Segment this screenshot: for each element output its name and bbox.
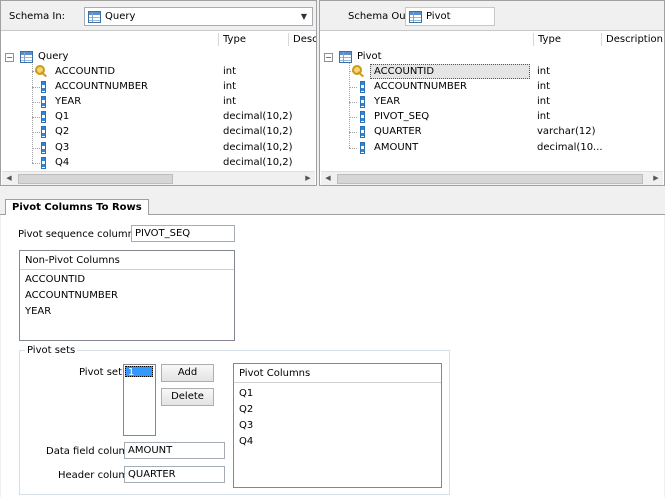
- schema-in-row-name[interactable]: ACCOUNTID: [55, 64, 115, 79]
- schema-out-pane: Schema Out: Pivot Type Description − Piv…: [319, 0, 665, 186]
- list-item[interactable]: ACCOUNTNUMBER: [25, 288, 118, 304]
- schema-out-header: Schema Out: Pivot: [320, 1, 664, 31]
- schema-in-dropdown[interactable]: Query ▼: [84, 7, 313, 26]
- schema-out-description-header[interactable]: Description: [601, 33, 664, 46]
- schema-in-desc-header[interactable]: Desc: [288, 33, 316, 46]
- list-item[interactable]: Q3: [239, 418, 253, 434]
- column-icon: [360, 81, 365, 93]
- schema-out-row-name[interactable]: AMOUNT: [374, 140, 418, 155]
- pivot-set-item[interactable]: 1: [125, 366, 153, 378]
- list-item[interactable]: ACCOUNTID: [25, 272, 85, 288]
- schema-in-row-name[interactable]: Q4: [55, 155, 69, 170]
- delete-button[interactable]: Delete: [161, 388, 214, 406]
- schema-out-selector[interactable]: Pivot: [405, 7, 495, 26]
- pivot-set-list[interactable]: 1: [123, 364, 156, 436]
- list-item[interactable]: Q4: [239, 434, 253, 450]
- column-icon: [360, 126, 365, 138]
- table-icon: [88, 10, 101, 23]
- column-icon: [41, 96, 46, 108]
- schema-in-type-header[interactable]: Type: [218, 33, 288, 46]
- column-icon: [360, 142, 365, 154]
- pivot-columns-list[interactable]: Pivot Columns Q1 Q2 Q3 Q4: [233, 363, 442, 488]
- table-icon: [339, 51, 352, 63]
- key-icon: [352, 65, 366, 77]
- chevron-down-icon[interactable]: ▼: [296, 8, 312, 25]
- column-icon: [360, 111, 365, 123]
- scroll-right-icon[interactable]: ▶: [301, 172, 315, 185]
- schema-out-row-type: int: [537, 96, 551, 107]
- schema-in-row-type: decimal(10,2): [223, 111, 293, 122]
- schema-out-root[interactable]: Pivot: [357, 49, 382, 64]
- column-icon: [41, 126, 46, 138]
- schema-out-row-type: int: [537, 111, 551, 122]
- schema-in-header: Schema In: Query ▼: [1, 1, 316, 31]
- schema-in-label: Schema In:: [9, 11, 66, 22]
- column-icon: [41, 157, 46, 169]
- schema-in-horizontal-scrollbar[interactable]: ◀ ▶: [2, 171, 315, 185]
- non-pivot-columns-list[interactable]: Non-Pivot Columns ACCOUNTID ACCOUNTNUMBE…: [19, 250, 235, 341]
- schema-out-row-name[interactable]: ACCOUNTID: [374, 64, 434, 79]
- schema-out-row-type: varchar(12): [537, 126, 596, 137]
- schema-out-horizontal-scrollbar[interactable]: ◀ ▶: [321, 171, 663, 185]
- schema-out-selected: Pivot: [426, 11, 451, 22]
- schema-out-label: Schema Out:: [348, 11, 413, 22]
- table-icon: [20, 51, 33, 63]
- add-button[interactable]: Add: [161, 364, 214, 382]
- scrollbar-thumb[interactable]: [18, 174, 173, 184]
- schema-in-row-name[interactable]: YEAR: [55, 94, 81, 109]
- collapse-icon[interactable]: −: [5, 53, 14, 62]
- schema-in-row-type: int: [223, 96, 237, 107]
- column-icon: [360, 96, 365, 108]
- list-item[interactable]: Q1: [239, 386, 253, 402]
- pivot-sequence-label: Pivot sequence column:: [18, 229, 138, 240]
- schema-in-row-type: int: [223, 81, 237, 92]
- column-icon: [41, 81, 46, 93]
- schema-out-row-type: int: [537, 66, 551, 77]
- schema-in-columns-header: Type Desc: [1, 32, 316, 47]
- schema-in-row-name[interactable]: Q1: [55, 109, 69, 124]
- schema-in-selected: Query: [105, 11, 136, 22]
- schema-in-row-type: decimal(10,2): [223, 157, 293, 168]
- schema-in-row-type: int: [223, 66, 237, 77]
- data-field-input[interactable]: AMOUNT: [124, 442, 225, 459]
- column-icon: [41, 111, 46, 123]
- scroll-left-icon[interactable]: ◀: [321, 172, 335, 185]
- schema-out-row-type: int: [537, 81, 551, 92]
- header-column-input[interactable]: QUARTER: [124, 466, 225, 483]
- pivot-tab-content: Pivot sequence column: PIVOT_SEQ Non-Piv…: [1, 215, 664, 497]
- pivot-sequence-input[interactable]: PIVOT_SEQ: [131, 225, 235, 242]
- schema-in-row-type: decimal(10,2): [223, 142, 293, 153]
- column-icon: [41, 142, 46, 154]
- schema-in-root[interactable]: Query: [38, 49, 68, 64]
- pivot-set-label: Pivot set:: [79, 367, 126, 378]
- non-pivot-columns-header[interactable]: Non-Pivot Columns: [20, 251, 234, 270]
- scroll-right-icon[interactable]: ▶: [649, 172, 663, 185]
- schema-out-row-name[interactable]: YEAR: [374, 94, 400, 109]
- tab-strip: Pivot Columns To Rows: [0, 193, 665, 216]
- schema-in-row-name[interactable]: ACCOUNTNUMBER: [55, 79, 148, 94]
- pivot-columns-header[interactable]: Pivot Columns: [234, 364, 441, 383]
- key-icon: [35, 65, 49, 77]
- schema-out-row-type: decimal(10...: [537, 142, 603, 153]
- schema-in-row-name[interactable]: Q3: [55, 140, 69, 155]
- schema-in-row-type: decimal(10,2): [223, 126, 293, 137]
- schema-out-columns-header: Type Description: [320, 32, 664, 47]
- tab-pivot-columns-to-rows[interactable]: Pivot Columns To Rows: [5, 199, 149, 216]
- list-item[interactable]: YEAR: [25, 304, 51, 320]
- schema-out-row-name[interactable]: QUARTER: [374, 124, 422, 139]
- schema-in-pane: Schema In: Query ▼ Type Desc − Query ACC…: [0, 0, 317, 186]
- pivot-sets-title: Pivot sets: [25, 345, 78, 357]
- schema-out-type-header[interactable]: Type: [533, 33, 601, 46]
- table-icon: [409, 10, 422, 23]
- scrollbar-thumb[interactable]: [337, 174, 643, 184]
- schema-out-row-name[interactable]: PIVOT_SEQ: [374, 109, 429, 124]
- collapse-icon[interactable]: −: [324, 53, 333, 62]
- list-item[interactable]: Q2: [239, 402, 253, 418]
- schema-out-row-name[interactable]: ACCOUNTNUMBER: [374, 79, 467, 94]
- scroll-left-icon[interactable]: ◀: [2, 172, 16, 185]
- schema-in-row-name[interactable]: Q2: [55, 124, 69, 139]
